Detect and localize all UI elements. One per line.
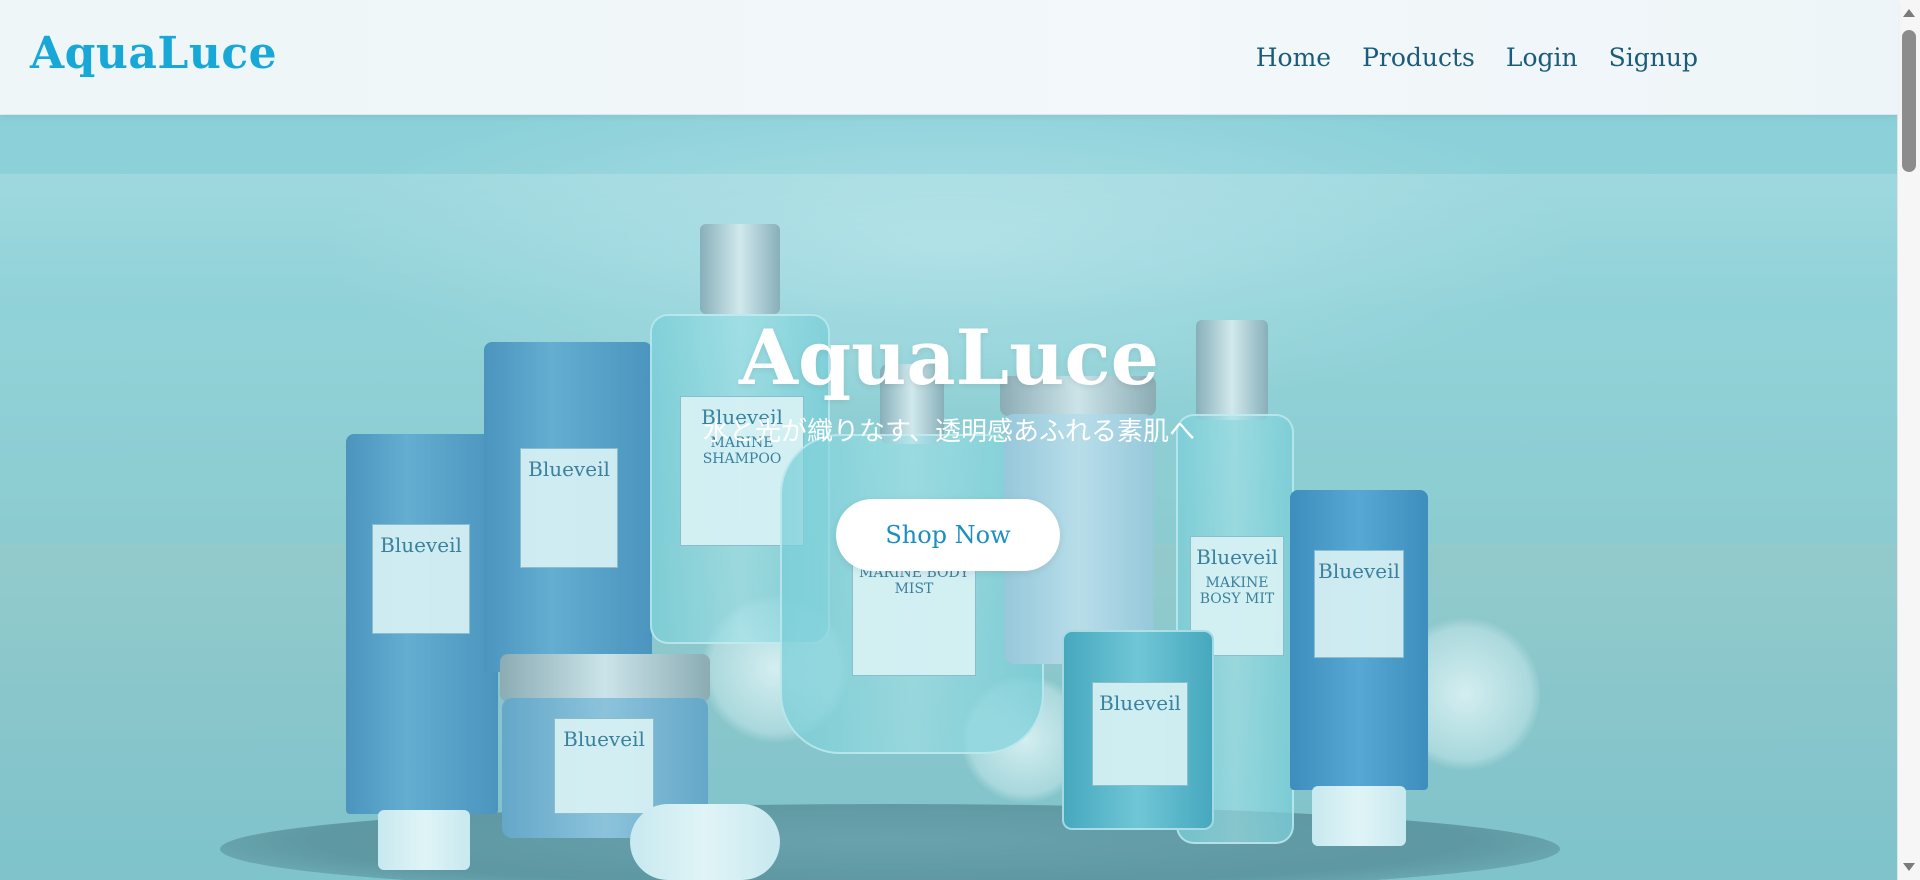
site-header: AquaLuce Home Products Login Signup <box>0 0 1898 115</box>
scroll-up-arrow-icon[interactable] <box>1903 9 1915 17</box>
nav-link-login[interactable]: Login <box>1506 45 1578 70</box>
page: AquaLuce Home Products Login Signup Blue… <box>0 0 1920 880</box>
scrollbar-thumb[interactable] <box>1902 30 1916 172</box>
nav-link-signup[interactable]: Signup <box>1609 45 1698 70</box>
nav-link-home[interactable]: Home <box>1256 45 1331 70</box>
nav-link-products[interactable]: Products <box>1362 45 1475 70</box>
shop-now-button[interactable]: Shop Now <box>836 499 1060 571</box>
site-logo[interactable]: AquaLuce <box>30 32 277 76</box>
hero-subtitle: 水と光が織りなす、透明感あふれる素肌へ <box>703 417 1195 447</box>
scroll-down-arrow-icon[interactable] <box>1903 863 1915 871</box>
hero-overlay <box>0 114 1898 880</box>
page-scrollbar[interactable] <box>1897 0 1920 880</box>
hero-title: AquaLuce <box>739 313 1159 402</box>
main-nav: Home Products Login Signup <box>1256 45 1698 70</box>
hero-section: Blueveil Blueveil Blueveil Blueveil MARI… <box>0 114 1898 880</box>
